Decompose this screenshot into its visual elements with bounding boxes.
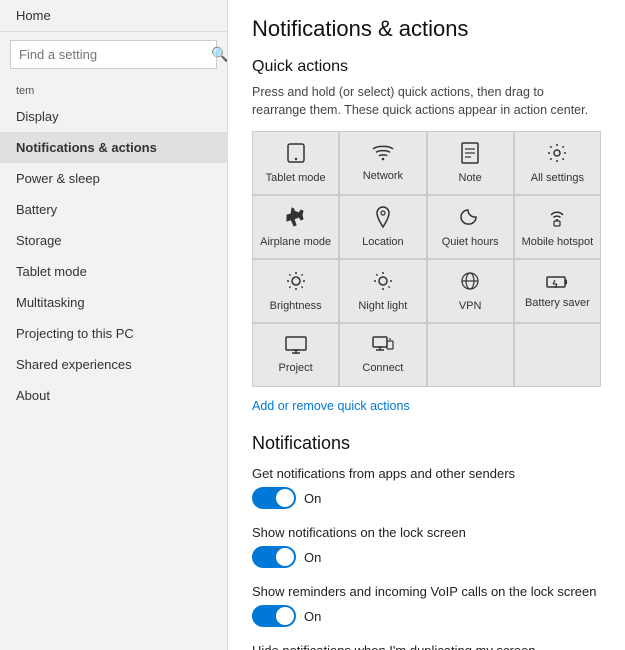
- sidebar-home[interactable]: Home: [0, 0, 227, 32]
- qa-mobile-hotspot-label: Mobile hotspot: [522, 236, 594, 249]
- qa-all-settings[interactable]: All settings: [515, 132, 600, 194]
- notifications-title: Notifications: [252, 433, 601, 454]
- qa-empty-1: [428, 324, 513, 386]
- note-icon: [460, 142, 480, 168]
- connect-icon: [372, 336, 394, 358]
- sidebar-search-container: 🔍: [10, 40, 217, 69]
- qa-connect-label: Connect: [362, 362, 403, 375]
- notif-row-2: Show reminders and incoming VoIP calls o…: [252, 584, 601, 627]
- qa-night-light[interactable]: Night light: [340, 260, 425, 322]
- sidebar-item-power[interactable]: Power & sleep: [0, 163, 227, 194]
- sidebar-item-storage[interactable]: Storage: [0, 225, 227, 256]
- qa-night-light-label: Night light: [358, 300, 407, 313]
- add-remove-link[interactable]: Add or remove quick actions: [252, 399, 410, 413]
- qa-airplane[interactable]: Airplane mode: [253, 196, 338, 258]
- qa-mobile-hotspot[interactable]: Mobile hotspot: [515, 196, 600, 258]
- notif-toggle-2[interactable]: [252, 605, 296, 627]
- qa-project-label: Project: [279, 362, 313, 375]
- sidebar: Home 🔍 tem Display Notifications & actio…: [0, 0, 228, 650]
- notif-label-1: Show notifications on the lock screen: [252, 525, 601, 540]
- all-settings-icon: [546, 142, 568, 168]
- qa-location[interactable]: Location: [340, 196, 425, 258]
- quick-actions-desc: Press and hold (or select) quick actions…: [252, 84, 601, 119]
- mobile-hotspot-icon: [546, 206, 568, 232]
- quick-actions-title: Quick actions: [252, 58, 601, 76]
- page-title: Notifications & actions: [252, 16, 601, 42]
- location-icon: [374, 206, 392, 232]
- sidebar-item-notifications[interactable]: Notifications & actions: [0, 132, 227, 163]
- qa-vpn-label: VPN: [459, 300, 482, 313]
- qa-location-label: Location: [362, 236, 404, 249]
- qa-battery-saver[interactable]: Battery saver: [515, 260, 600, 322]
- notif-state-2: On: [304, 609, 321, 624]
- notif-row-0: Get notifications from apps and other se…: [252, 466, 601, 509]
- qa-brightness-label: Brightness: [270, 300, 322, 313]
- vpn-icon: [459, 270, 481, 296]
- notif-label-0: Get notifications from apps and other se…: [252, 466, 601, 481]
- notif-row-3: Hide notifications when I'm duplicating …: [252, 643, 601, 650]
- qa-quiet-hours[interactable]: Quiet hours: [428, 196, 513, 258]
- brightness-icon: [285, 270, 307, 296]
- sidebar-item-battery[interactable]: Battery: [0, 194, 227, 225]
- qa-airplane-label: Airplane mode: [260, 236, 331, 249]
- qa-battery-saver-label: Battery saver: [525, 297, 590, 310]
- qa-project[interactable]: Project: [253, 324, 338, 386]
- notif-toggle-0[interactable]: [252, 487, 296, 509]
- qa-network[interactable]: Network: [340, 132, 425, 194]
- qa-connect[interactable]: Connect: [340, 324, 425, 386]
- tablet-mode-icon: [285, 142, 307, 168]
- notif-row-1: Show notifications on the lock screen On: [252, 525, 601, 568]
- sidebar-item-shared[interactable]: Shared experiences: [0, 349, 227, 380]
- qa-empty-2: [515, 324, 600, 386]
- qa-quiet-hours-label: Quiet hours: [442, 236, 499, 249]
- notif-label-2: Show reminders and incoming VoIP calls o…: [252, 584, 601, 599]
- qa-network-label: Network: [363, 170, 403, 183]
- qa-note[interactable]: Note: [428, 132, 513, 194]
- qa-vpn[interactable]: VPN: [428, 260, 513, 322]
- night-light-icon: [372, 270, 394, 296]
- notif-state-1: On: [304, 550, 321, 565]
- main-content: Notifications & actions Quick actions Pr…: [228, 0, 625, 650]
- sidebar-section-label: tem: [0, 77, 227, 101]
- qa-all-settings-label: All settings: [531, 172, 584, 185]
- notif-label-3: Hide notifications when I'm duplicating …: [252, 643, 601, 650]
- qa-tablet-mode-label: Tablet mode: [266, 172, 326, 185]
- notif-toggle-1[interactable]: [252, 546, 296, 568]
- search-input[interactable]: [11, 42, 203, 67]
- notif-toggle-row-2: On: [252, 605, 601, 627]
- sidebar-item-about[interactable]: About: [0, 380, 227, 411]
- notif-toggle-row-1: On: [252, 546, 601, 568]
- project-icon: [285, 336, 307, 358]
- battery-saver-icon: [546, 273, 568, 293]
- sidebar-item-tablet[interactable]: Tablet mode: [0, 256, 227, 287]
- quiet-hours-icon: [459, 206, 481, 232]
- airplane-icon: [285, 206, 307, 232]
- sidebar-item-display[interactable]: Display: [0, 101, 227, 132]
- quick-actions-grid: Tablet mode Network Note All settings: [252, 131, 601, 387]
- notif-toggle-row-0: On: [252, 487, 601, 509]
- qa-note-label: Note: [459, 172, 482, 185]
- sidebar-item-projecting[interactable]: Projecting to this PC: [0, 318, 227, 349]
- sidebar-item-multitasking[interactable]: Multitasking: [0, 287, 227, 318]
- network-icon: [372, 144, 394, 166]
- notif-state-0: On: [304, 491, 321, 506]
- search-icon: 🔍: [203, 41, 228, 68]
- qa-tablet-mode[interactable]: Tablet mode: [253, 132, 338, 194]
- qa-brightness[interactable]: Brightness: [253, 260, 338, 322]
